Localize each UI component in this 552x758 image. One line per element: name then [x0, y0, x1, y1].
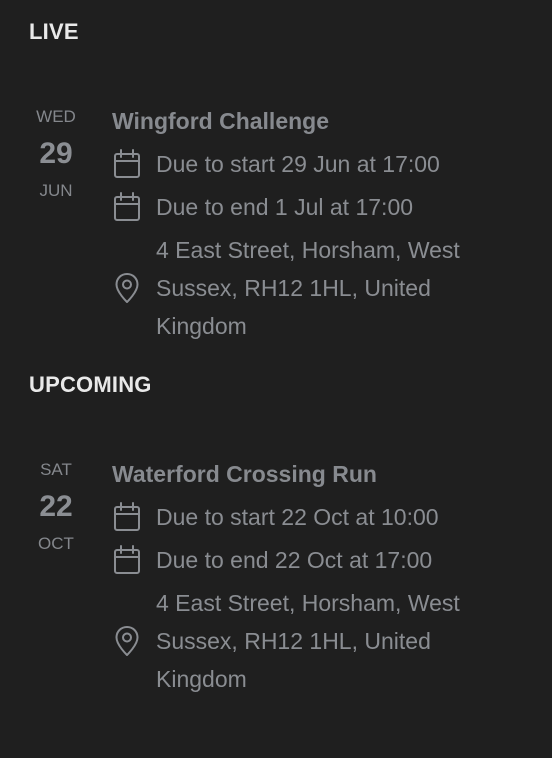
event-date-weekday: SAT [40, 460, 72, 479]
event-date-weekday: WED [36, 107, 76, 126]
event-date-month: JUN [39, 181, 73, 200]
event-start-text: Due to start 29 Jun at 17:00 [156, 151, 440, 177]
event-date-month: OCT [38, 534, 74, 553]
event-date-day: 29 [39, 137, 73, 170]
section-title-live: LIVE [29, 19, 79, 44]
event-date: WED 29 JUN [27, 106, 85, 202]
calendar-icon [112, 544, 142, 576]
event-address-text: 4 East Street, Horsham, West Sussex, RH1… [156, 237, 460, 339]
location-pin-icon [112, 625, 142, 657]
event-start-text: Due to start 22 Oct at 10:00 [156, 504, 439, 530]
event-title[interactable]: Wingford Challenge [112, 106, 329, 136]
location-pin-icon [112, 272, 142, 304]
calendar-icon [112, 148, 142, 180]
event-title[interactable]: Waterford Crossing Run [112, 459, 377, 489]
calendar-icon [112, 501, 142, 533]
event-end-text: Due to end 22 Oct at 17:00 [156, 547, 433, 573]
event-date-day: 22 [39, 490, 73, 523]
event-address-text: 4 East Street, Horsham, West Sussex, RH1… [156, 590, 460, 692]
calendar-icon [112, 191, 142, 223]
event-end-text: Due to end 1 Jul at 17:00 [156, 194, 414, 220]
event-date: SAT 22 OCT [27, 459, 85, 555]
section-title-upcoming: UPCOMING [29, 372, 152, 397]
